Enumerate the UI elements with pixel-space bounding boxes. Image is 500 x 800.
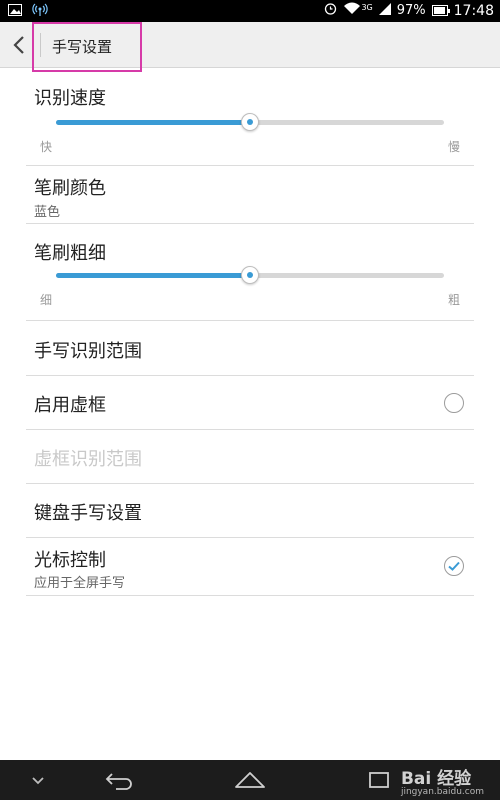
setting-enable-frame[interactable]: 启用虚框 — [26, 376, 474, 430]
setting-title: 笔刷粗细 — [34, 243, 106, 264]
navigation-bar: Bai 经验 jingyan.baidu.com — [0, 760, 500, 800]
wifi-icon — [343, 2, 361, 19]
battery-percent: 97% — [396, 3, 426, 18]
slider-fill — [56, 120, 250, 125]
slider-fill — [56, 273, 250, 278]
setting-recognition-range[interactable]: 手写识别范围 — [26, 321, 474, 376]
back-button[interactable] — [6, 30, 32, 60]
setting-recognition-speed: 识别速度 快 慢 — [26, 68, 474, 166]
setting-title: 光标控制 — [34, 550, 106, 571]
setting-subtitle: 应用于全屏手写 — [34, 576, 126, 591]
setting-title: 识别速度 — [34, 88, 106, 109]
battery-icon — [431, 5, 450, 16]
network-type-label: 3G — [361, 3, 373, 12]
watermark-url: jingyan.baidu.com — [400, 787, 484, 797]
setting-brush-thickness: 笔刷粗细 细 粗 — [26, 224, 474, 321]
slider-thumb[interactable] — [241, 113, 259, 131]
alarm-icon — [324, 2, 337, 19]
slider-min-label: 细 — [40, 293, 53, 307]
brush-thickness-slider[interactable] — [56, 266, 444, 284]
recent-apps-icon[interactable] — [368, 770, 390, 794]
hotspot-icon — [32, 3, 48, 21]
title-highlight-box — [32, 22, 142, 72]
home-icon[interactable] — [234, 770, 266, 794]
cursor-control-checkbox[interactable] — [444, 556, 464, 576]
setting-frame-recognition-range: 虚框识别范围 — [26, 430, 474, 484]
setting-title: 手写识别范围 — [34, 341, 142, 362]
setting-title: 键盘手写设置 — [34, 503, 142, 524]
enable-frame-toggle[interactable] — [444, 393, 464, 413]
slider-min-label: 快 — [40, 140, 53, 154]
back-nav-icon[interactable] — [104, 768, 134, 796]
watermark-brand: Bai 经验 — [400, 769, 472, 789]
setting-title: 虚框识别范围 — [34, 449, 142, 470]
slider-max-label: 慢 — [447, 140, 460, 154]
chevron-down-icon[interactable] — [30, 772, 46, 791]
setting-value: 蓝色 — [34, 205, 61, 220]
baidu-watermark: Bai 经验 jingyan.baidu.com — [401, 764, 484, 797]
settings-list: 识别速度 快 慢 笔刷颜色 蓝色 笔刷粗细 细 粗 手写识别范围 启用虚框 虚框… — [26, 68, 474, 596]
setting-brush-color[interactable]: 笔刷颜色 蓝色 — [26, 166, 474, 224]
slider-max-label: 粗 — [447, 293, 460, 307]
chevron-left-icon — [6, 36, 32, 64]
setting-cursor-control[interactable]: 光标控制 应用于全屏手写 — [26, 538, 474, 596]
setting-title: 笔刷颜色 — [34, 178, 106, 199]
setting-keyboard-handwriting[interactable]: 键盘手写设置 — [26, 484, 474, 538]
setting-title: 启用虚框 — [34, 395, 106, 416]
signal-icon — [378, 2, 391, 19]
gallery-icon — [8, 4, 22, 20]
slider-thumb[interactable] — [241, 266, 259, 284]
status-bar: 3G 97% 17:48 — [0, 0, 500, 22]
clock-time: 17:48 — [453, 2, 494, 19]
recognition-speed-slider[interactable] — [56, 113, 444, 131]
